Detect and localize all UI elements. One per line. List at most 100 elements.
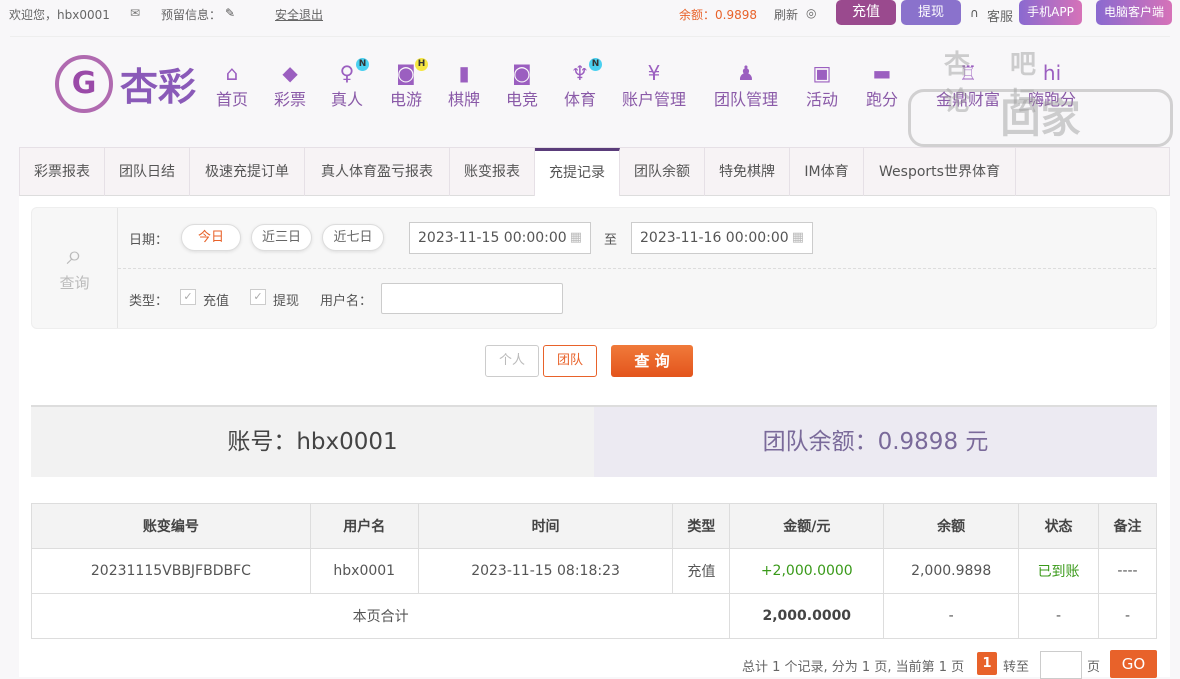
nav-item-11[interactable]: ♖ 金鼎财富 xyxy=(936,60,1000,110)
column-header: 备注 xyxy=(1098,503,1157,549)
mobile-app-button[interactable]: 手机APP xyxy=(1019,0,1082,25)
mail-icon[interactable]: ✉ xyxy=(130,6,140,20)
column-header: 账变编号 xyxy=(31,503,311,549)
headset-icon: ∩ xyxy=(970,6,979,20)
today-button[interactable]: 今日 xyxy=(181,224,241,251)
ticket-icon: ◆ xyxy=(282,61,298,85)
calendar-icon[interactable]: ▦ xyxy=(792,223,804,253)
column-header: 类型 xyxy=(672,503,731,549)
column-header: 状态 xyxy=(1018,503,1100,549)
column-header: 金额/元 xyxy=(729,503,885,549)
tab-2[interactable]: 极速充提订单 xyxy=(190,148,305,196)
tab-1[interactable]: 团队日结 xyxy=(105,148,190,196)
tab-7[interactable]: 特免棋牌 xyxy=(705,148,790,196)
type-label: 类型： xyxy=(129,294,169,309)
current-page[interactable]: 1 xyxy=(977,652,997,675)
tab-5[interactable]: 充提记录 xyxy=(535,148,620,196)
rhino-icon: ▬ xyxy=(872,61,892,85)
username-input[interactable] xyxy=(381,283,563,314)
divider xyxy=(10,36,1170,37)
nav-item-6[interactable]: ♆ N 体育 xyxy=(564,58,603,110)
query-button[interactable]: 查 询 xyxy=(611,345,693,377)
page-label: 页 xyxy=(1087,660,1101,675)
woman-icon: ♀ N xyxy=(331,58,370,86)
nav-label: 嗨跑分 xyxy=(1028,90,1077,109)
gift-icon: ▣ xyxy=(812,61,832,85)
tab-4[interactable]: 账变报表 xyxy=(450,148,535,196)
personal-button[interactable]: 个人 xyxy=(485,345,539,377)
pc-client-button[interactable]: 电脑客户端 xyxy=(1096,0,1172,25)
refresh-link[interactable]: 刷新 xyxy=(774,6,798,23)
logo-emblem[interactable]: G xyxy=(55,55,113,113)
go-button[interactable]: GO xyxy=(1110,650,1157,678)
three-days-button[interactable]: 近三日 xyxy=(251,224,312,251)
calendar-icon[interactable]: ▦ xyxy=(570,223,582,253)
team-icon: ♟ xyxy=(737,61,755,85)
to-label: 至 xyxy=(604,233,618,248)
eye-off-icon[interactable]: ◎ xyxy=(806,6,816,20)
summary-bar: 账号：hbx0001 团队余额：0.9898 元 xyxy=(31,405,1157,477)
nav-label: 跑分 xyxy=(866,90,899,109)
hi-icon: hi xyxy=(1042,61,1062,85)
nav-item-10[interactable]: ▬ 跑分 xyxy=(866,60,898,110)
nav-item-5[interactable]: ◙ 电竞 xyxy=(506,60,538,110)
report-tabs: 彩票报表 团队日结 极速充提订单 真人体育盈亏报表 账变报表 充提记录 团队余额 特免棋牌 IM… xyxy=(19,147,1170,196)
nav-item-4[interactable]: ▮ 棋牌 xyxy=(448,60,480,110)
table-cell: 充值 xyxy=(672,548,731,594)
nav-item-1[interactable]: ◆ 彩票 xyxy=(274,60,306,110)
tab-3[interactable]: 真人体育盈亏报表 xyxy=(305,148,450,196)
nav-item-9[interactable]: ▣ 活动 xyxy=(806,60,838,110)
tab-8[interactable]: IM体育 xyxy=(790,148,864,196)
search-icon: ⌕ xyxy=(66,238,83,271)
end-date-input[interactable]: 2023-11-16 00:00:00 ▦ xyxy=(631,222,813,254)
edit-icon[interactable]: ✎ xyxy=(225,6,235,20)
welcome-text: 欢迎您，hbx0001 xyxy=(9,8,110,22)
records-table: 账变编号 用户名 时间 类型 金额/元 余额 状态 备注 20231115VBBJFBDBFC… xyxy=(30,503,1157,639)
pagination-info: 总计 1 个记录, 分为 1 页, 当前第 1 页 xyxy=(742,660,965,675)
badge: H xyxy=(415,58,429,71)
seven-days-button[interactable]: 近七日 xyxy=(322,224,384,251)
service-link[interactable]: 客服 xyxy=(987,6,1013,25)
team-button[interactable]: 团队 xyxy=(543,345,597,377)
goto-label: 转至 xyxy=(1003,660,1030,675)
deposit-button[interactable]: 充值 xyxy=(836,0,896,25)
table-cell: 已到账 xyxy=(1018,548,1100,594)
tab-0[interactable]: 彩票报表 xyxy=(20,148,105,196)
nav-item-8[interactable]: ♟ 团队管理 xyxy=(714,60,778,110)
nav-label: 金鼎财富 xyxy=(936,90,1001,109)
nav-item-12[interactable]: hi 嗨跑分 xyxy=(1028,60,1076,110)
nav-item-7[interactable]: ¥ 账户管理 xyxy=(622,60,686,110)
balance-text: 余额：0.9898 xyxy=(679,8,757,22)
start-date-input[interactable]: 2023-11-15 00:00:00 ▦ xyxy=(409,222,591,254)
total-label: 本页合计 xyxy=(30,593,731,639)
table-cell: +2,000.0000 xyxy=(729,548,885,594)
withdraw-checkbox[interactable]: ✓ xyxy=(250,289,266,305)
total-remark: - xyxy=(1098,593,1157,639)
column-header: 用户名 xyxy=(309,503,419,549)
deposit-checkbox[interactable]: ✓ xyxy=(180,289,196,305)
logout-link[interactable]: 安全退出 xyxy=(275,6,323,23)
nav-item-0[interactable]: ⌂ 首页 xyxy=(216,60,248,110)
team-balance-text: 团队余额：0.9898 元 xyxy=(594,407,1157,477)
page-input[interactable] xyxy=(1040,651,1082,679)
tab-6[interactable]: 团队余额 xyxy=(620,148,705,196)
tab-9[interactable]: Wesports世界体育 xyxy=(864,148,1016,196)
top-bar: 欢迎您，hbx0001 ✉ 预留信息： ✎ 安全退出 余额：0.9898 刷新 … xyxy=(0,0,1180,28)
nav-label: 电竞 xyxy=(506,90,539,109)
yen-icon: ¥ xyxy=(647,61,661,85)
gamepad-icon: ◙ xyxy=(512,61,532,85)
nav-label: 首页 xyxy=(216,90,249,109)
cards-icon: ▮ xyxy=(458,61,470,85)
withdraw-button[interactable]: 提现 xyxy=(901,0,961,25)
table-cell: 20231115VBBJFBDBFC xyxy=(31,548,311,594)
nav-item-3[interactable]: ◙ H 电游 xyxy=(390,58,429,110)
reserved-info-label: 预留信息： xyxy=(161,8,222,22)
nav-item-2[interactable]: ♀ N 真人 xyxy=(331,58,370,110)
nav-label: 彩票 xyxy=(274,90,307,109)
start-date-value: 2023-11-15 00:00:00 xyxy=(418,230,567,246)
total-balance: - xyxy=(883,593,1020,639)
total-amount: 2,000.0000 xyxy=(729,593,885,639)
account-text: 账号：hbx0001 xyxy=(31,407,594,477)
logo-text[interactable]: 杏彩 xyxy=(120,56,196,111)
badge: N xyxy=(356,58,370,71)
